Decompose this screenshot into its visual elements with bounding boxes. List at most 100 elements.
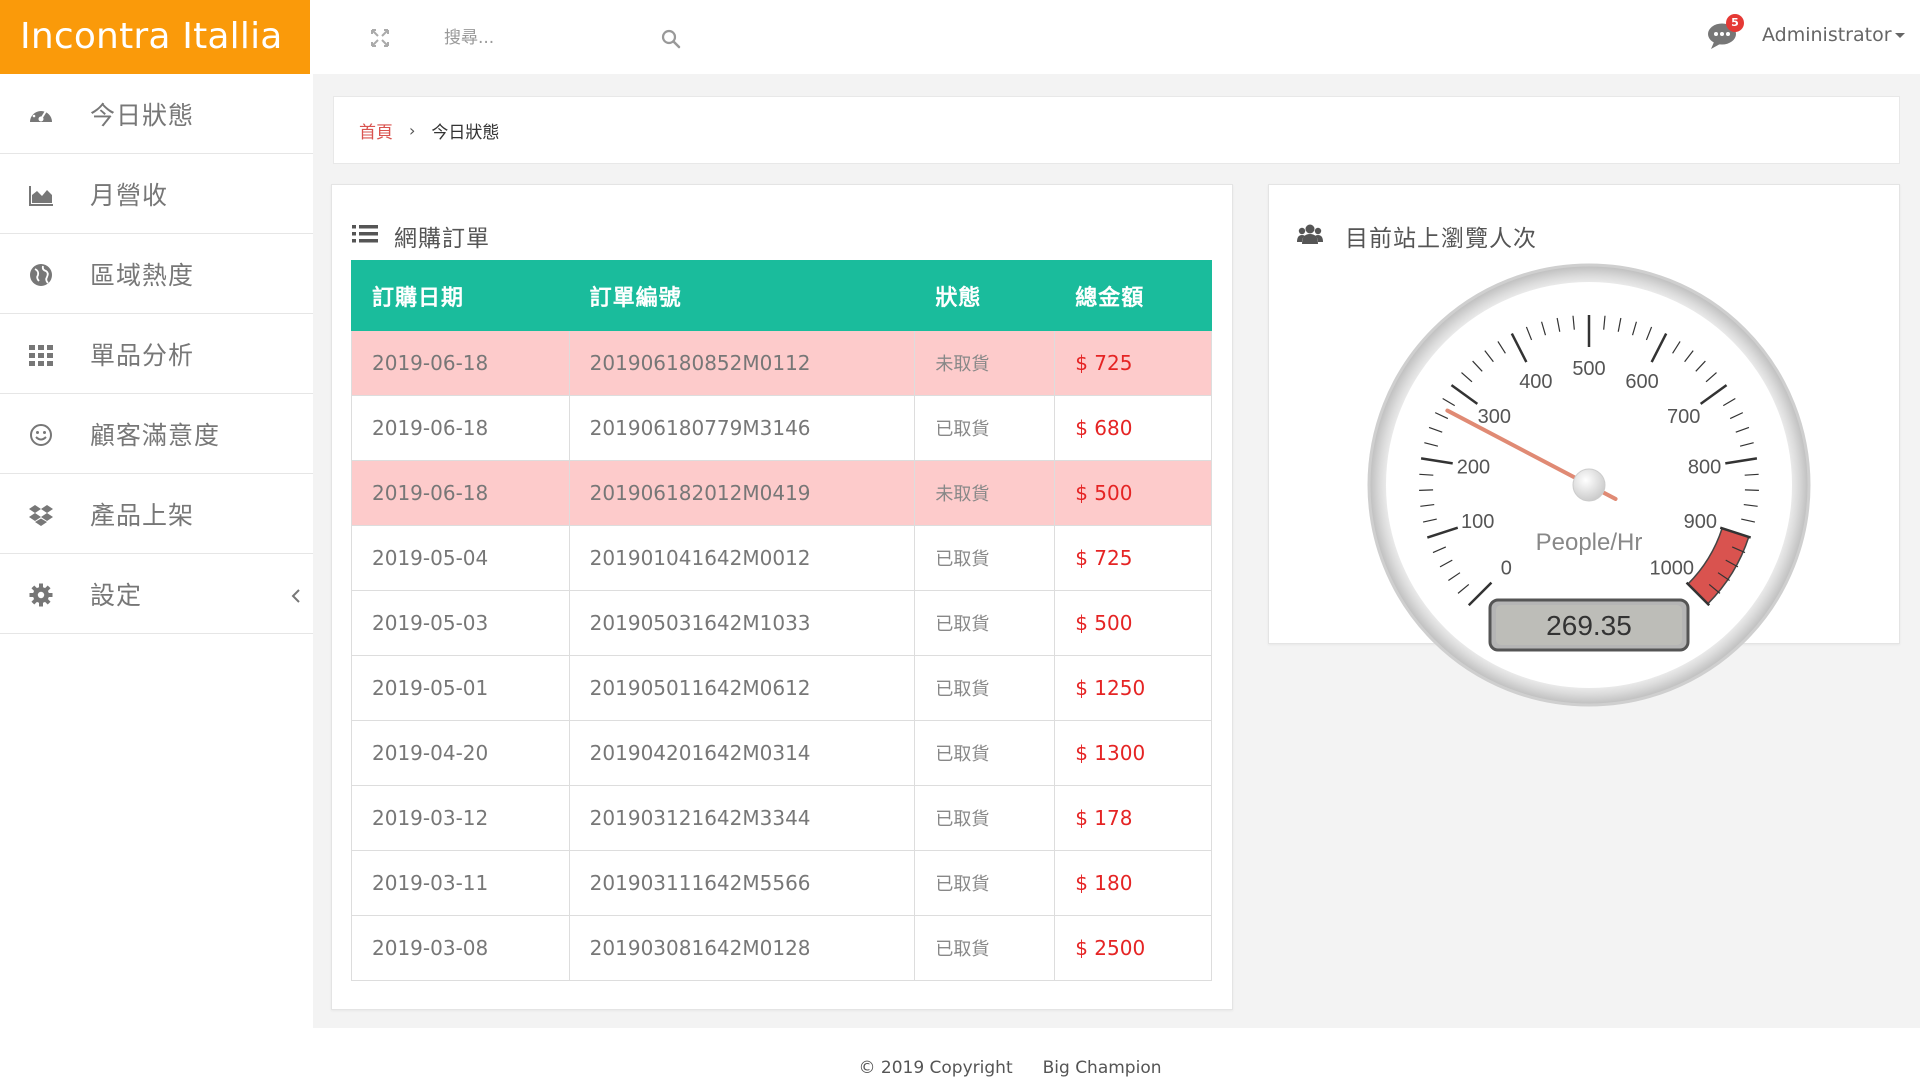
sidebar-item-label: 單品分析: [90, 340, 195, 370]
search-button[interactable]: [660, 28, 682, 50]
order-status-cell: 已取貨: [914, 915, 1056, 981]
order-date-cell: 2019-05-03: [351, 590, 570, 656]
footer-company: Big Champion: [1042, 1058, 1162, 1078]
order-status-cell: 未取貨: [914, 330, 1056, 396]
order-amount-cell: $ 1300: [1054, 720, 1212, 786]
order-number-cell: 201904201642M0314: [568, 720, 916, 786]
order-date-cell: 2019-04-20: [351, 720, 570, 786]
order-amount-cell: $ 178: [1054, 785, 1212, 851]
sidebar-item-customer-satisfaction[interactable]: 顧客滿意度: [0, 394, 313, 474]
order-date-cell: 2019-06-18: [351, 395, 570, 461]
sidebar-item-regional-heat[interactable]: 區域熱度: [0, 234, 313, 314]
sidebar-item-today-status[interactable]: 今日狀態: [0, 74, 313, 154]
order-status-cell: 已取貨: [914, 720, 1056, 786]
table-row[interactable]: 2019-04-20 201904201642M0314 已取貨 $ 1300: [351, 720, 1212, 786]
globe-icon: [30, 264, 52, 286]
top-header: Incontra Itallia 5: [0, 0, 1920, 74]
table-row[interactable]: 2019-03-12 201903121642M3344 已取貨 $ 178: [351, 785, 1212, 851]
table-row[interactable]: 2019-05-01 201905011642M0612 已取貨 $ 1250: [351, 655, 1212, 721]
area-chart-icon: [29, 186, 53, 206]
breadcrumb-home-link[interactable]: 首頁: [359, 118, 393, 143]
page-footer: © 2019 Copyright Big Champion: [0, 1028, 1920, 1080]
sidebar-item-label: 區域熱度: [90, 260, 195, 290]
gauge-tick-label: 1000: [1649, 558, 1694, 580]
user-menu-dropdown[interactable]: Administrator: [1762, 24, 1905, 46]
order-status-cell: 未取貨: [914, 460, 1056, 526]
order-amount-cell: $ 180: [1054, 850, 1212, 916]
order-number-cell: 201903081642M0128: [568, 915, 916, 981]
order-number-cell: 201901041642M0012: [568, 525, 916, 591]
sidebar-item-monthly-revenue[interactable]: 月營收: [0, 154, 313, 234]
search-input[interactable]: [430, 18, 660, 58]
table-header-row: 訂購日期 訂單編號 狀態 總金額: [351, 260, 1212, 331]
list-icon: [352, 225, 378, 243]
table-row[interactable]: 2019-06-18 201906182012M0419 未取貨 $ 500: [351, 460, 1212, 526]
table-row[interactable]: 2019-03-11 201903111642M5566 已取貨 $ 180: [351, 850, 1212, 916]
gear-icon: [29, 583, 53, 607]
gauge-tick-label: 500: [1572, 358, 1605, 380]
orders-card-title: 網購訂單: [394, 226, 490, 252]
order-date-cell: 2019-03-08: [351, 915, 570, 981]
gauge-needle-hub: [1572, 468, 1606, 502]
message-count-badge: 5: [1726, 14, 1744, 32]
table-row[interactable]: 2019-05-04 201901041642M0012 已取貨 $ 725: [351, 525, 1212, 591]
search-icon: [661, 29, 681, 49]
gauge-tick-label: 600: [1625, 371, 1658, 393]
sidebar-item-product-analysis[interactable]: 單品分析: [0, 314, 313, 394]
dashboard-icon: [30, 107, 52, 122]
main-content: 首頁 › 今日狀態 網購訂單 訂購日期 訂單編號 狀態 總金額 2019-06-…: [313, 74, 1920, 1028]
gauge-tick-label: 0: [1501, 558, 1512, 580]
order-amount-cell: $ 725: [1054, 330, 1212, 396]
order-status-cell: 已取貨: [914, 850, 1056, 916]
sidebar-item-label: 設定: [90, 580, 143, 610]
column-header-total-amount[interactable]: 總金額: [1054, 260, 1212, 331]
brand-logo[interactable]: Incontra Itallia: [0, 0, 310, 74]
order-date-cell: 2019-03-11: [351, 850, 570, 916]
order-date-cell: 2019-06-18: [351, 460, 570, 526]
order-amount-cell: $ 725: [1054, 525, 1212, 591]
chevron-left-icon[interactable]: [290, 588, 302, 604]
online-orders-card: 網購訂單 訂購日期 訂單編號 狀態 總金額 2019-06-18 20190618…: [331, 184, 1233, 1010]
order-number-cell: 201905011642M0612: [568, 655, 916, 721]
sidebar-item-label: 今日狀態: [90, 100, 195, 130]
gauge-unit-label: People/Hr: [1536, 529, 1643, 556]
order-number-cell: 201903121642M3344: [568, 785, 916, 851]
order-number-cell: 201906182012M0419: [568, 460, 916, 526]
order-amount-cell: $ 680: [1054, 395, 1212, 461]
sidebar-item-product-listing[interactable]: 產品上架: [0, 474, 313, 554]
sidebar-item-label: 產品上架: [90, 500, 195, 530]
breadcrumb-separator: ›: [409, 120, 416, 140]
gauge-tick-label: 200: [1457, 457, 1490, 479]
order-amount-cell: $ 2500: [1054, 915, 1212, 981]
dropbox-icon: [29, 505, 53, 526]
gauge-tick-label: 100: [1461, 511, 1494, 533]
breadcrumb: 首頁 › 今日狀態: [333, 96, 1900, 164]
table-row[interactable]: 2019-05-03 201905031642M1033 已取貨 $ 500: [351, 590, 1212, 656]
column-header-status[interactable]: 狀態: [914, 260, 1056, 331]
orders-table: 訂購日期 訂單編號 狀態 總金額 2019-06-18 201906180852M…: [351, 260, 1212, 981]
order-amount-cell: $ 500: [1054, 590, 1212, 656]
table-row[interactable]: 2019-06-18 201906180779M3146 已取貨 $ 680: [351, 395, 1212, 461]
visitors-card-title: 目前站上瀏覽人次: [1345, 226, 1537, 252]
gauge-tick-label: 800: [1688, 457, 1721, 479]
order-date-cell: 2019-06-18: [351, 330, 570, 396]
order-number-cell: 201906180779M3146: [568, 395, 916, 461]
breadcrumb-current: 今日狀態: [431, 122, 500, 143]
order-amount-cell: $ 500: [1054, 460, 1212, 526]
search-box: [430, 18, 690, 58]
smile-icon: [30, 424, 52, 446]
column-header-order-number[interactable]: 訂單編號: [568, 260, 916, 331]
footer-copyright: © 2019 Copyright: [858, 1058, 1013, 1078]
fullscreen-toggle-button[interactable]: [368, 26, 392, 50]
table-row[interactable]: 2019-03-08 201903081642M0128 已取貨 $ 2500: [351, 915, 1212, 981]
order-status-cell: 已取貨: [914, 395, 1056, 461]
table-row[interactable]: 2019-06-18 201906180852M0112 未取貨 $ 725: [351, 330, 1212, 396]
sidebar-item-settings[interactable]: 設定: [0, 554, 313, 634]
order-status-cell: 已取貨: [914, 655, 1056, 721]
column-header-order-date[interactable]: 訂購日期: [351, 260, 570, 331]
user-name: Administrator: [1762, 24, 1892, 46]
expand-icon: [371, 29, 389, 47]
order-status-cell: 已取貨: [914, 525, 1056, 591]
users-icon: [1297, 224, 1323, 244]
gauge-tick-label: 900: [1684, 511, 1717, 533]
